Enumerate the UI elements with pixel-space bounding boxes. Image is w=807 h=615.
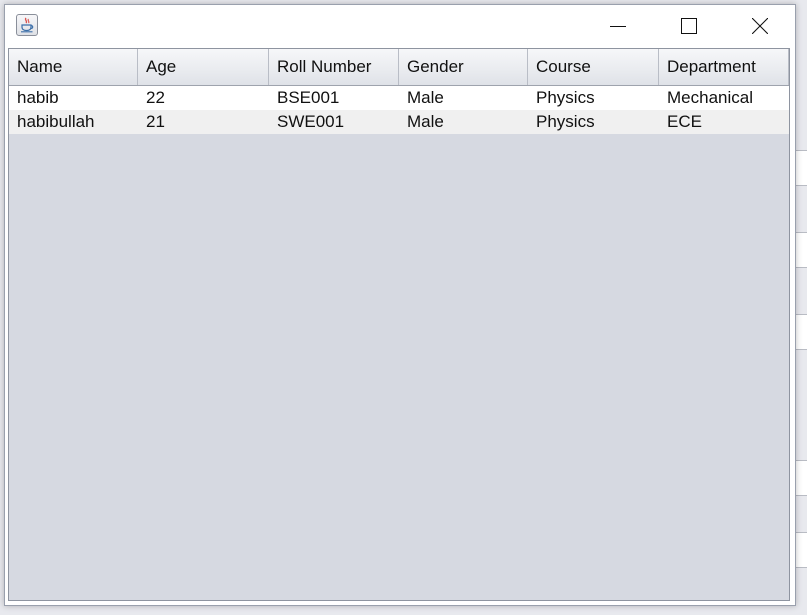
- cell-roll-number[interactable]: BSE001: [269, 86, 399, 110]
- cell-department[interactable]: ECE: [659, 110, 789, 134]
- close-icon: [752, 18, 768, 34]
- title-bar[interactable]: [5, 5, 795, 48]
- minimize-icon: [610, 26, 626, 27]
- table-row[interactable]: habib 22 BSE001 Male Physics Mechanical: [9, 86, 789, 110]
- cell-course[interactable]: Physics: [528, 110, 659, 134]
- cell-roll-number[interactable]: SWE001: [269, 110, 399, 134]
- cell-name[interactable]: habib: [9, 86, 138, 110]
- maximize-icon: [681, 18, 697, 34]
- column-header-name[interactable]: Name: [9, 49, 138, 85]
- close-button[interactable]: [730, 5, 790, 48]
- table-header: Name Age Roll Number Gender Course Depar…: [9, 49, 789, 86]
- minimize-button[interactable]: [588, 5, 648, 48]
- column-header-course[interactable]: Course: [528, 49, 659, 85]
- table-window: Name Age Roll Number Gender Course Depar…: [4, 4, 796, 606]
- table-row[interactable]: habibullah 21 SWE001 Male Physics ECE: [9, 110, 789, 134]
- column-header-roll-number[interactable]: Roll Number: [269, 49, 399, 85]
- cell-gender[interactable]: Male: [399, 110, 528, 134]
- table-scroll-pane[interactable]: Name Age Roll Number Gender Course Depar…: [8, 48, 790, 601]
- cell-age[interactable]: 21: [138, 110, 269, 134]
- column-header-department[interactable]: Department: [659, 49, 789, 85]
- maximize-button[interactable]: [659, 5, 719, 48]
- cell-gender[interactable]: Male: [399, 86, 528, 110]
- column-header-gender[interactable]: Gender: [399, 49, 528, 85]
- cell-course[interactable]: Physics: [528, 86, 659, 110]
- cell-age[interactable]: 22: [138, 86, 269, 110]
- cell-department[interactable]: Mechanical: [659, 86, 789, 110]
- column-header-age[interactable]: Age: [138, 49, 269, 85]
- table-body: habib 22 BSE001 Male Physics Mechanical …: [9, 86, 789, 134]
- java-cup-icon[interactable]: [16, 14, 38, 36]
- cell-name[interactable]: habibullah: [9, 110, 138, 134]
